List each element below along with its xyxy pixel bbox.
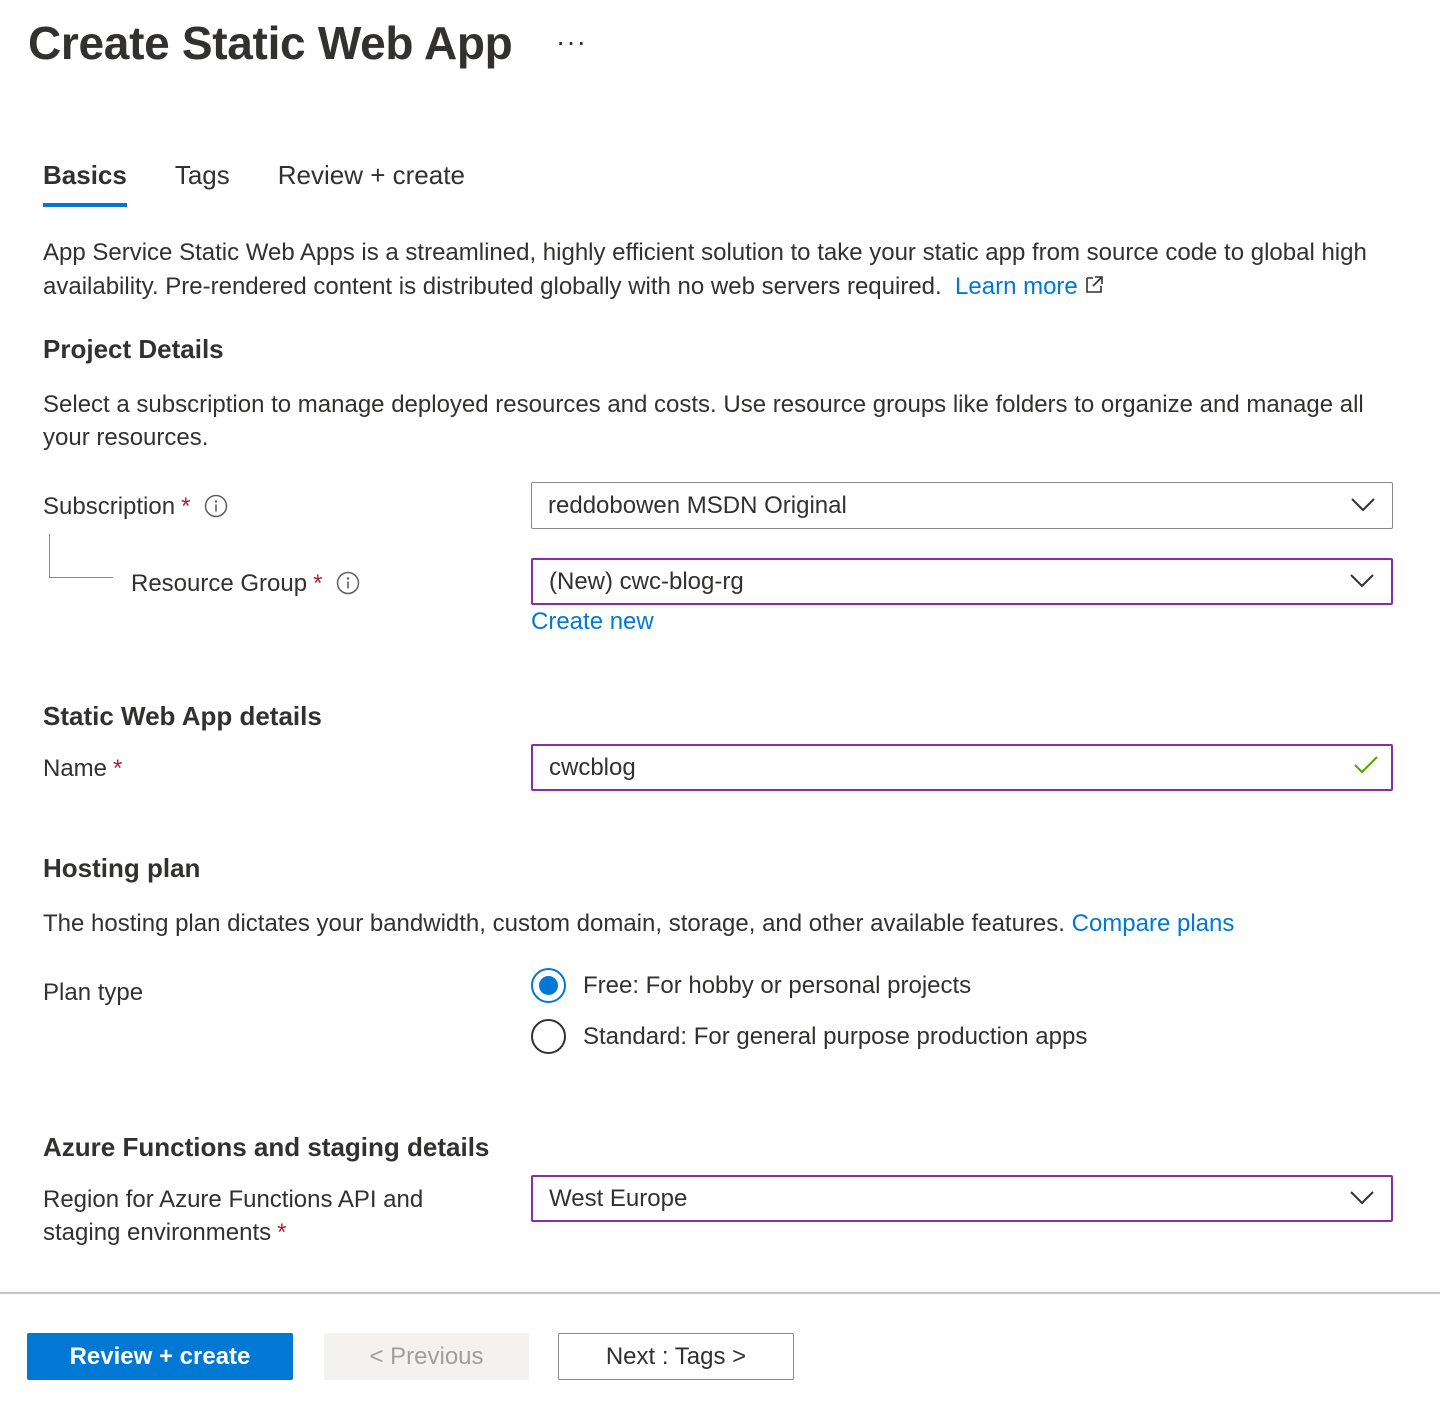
resource-group-label: Resource Group * [131, 567, 360, 604]
info-icon[interactable] [336, 571, 360, 604]
external-link-icon [1084, 271, 1104, 305]
tab-basics[interactable]: Basics [43, 160, 127, 207]
plan-option-free-label: Free: For hobby or personal projects [583, 971, 972, 999]
required-marker: * [113, 755, 123, 782]
required-marker: * [313, 570, 323, 597]
subscription-value: reddobowen MSDN Original [548, 491, 847, 519]
name-value: cwcblog [549, 753, 636, 781]
compare-plans-link[interactable]: Compare plans [1072, 910, 1235, 937]
plan-option-standard[interactable]: Standard: For general purpose production… [531, 1019, 1087, 1054]
project-details-heading: Project Details [43, 334, 224, 364]
region-label: Region for Azure Functions API and stagi… [43, 1186, 424, 1246]
radio-free[interactable] [531, 968, 566, 1003]
plan-option-standard-label: Standard: For general purpose production… [583, 1022, 1088, 1050]
region-dropdown[interactable]: West Europe [531, 1175, 1393, 1222]
tree-connector [49, 534, 113, 578]
subscription-label: Subscription * [43, 490, 228, 527]
required-marker: * [181, 493, 191, 520]
hosting-plan-heading: Hosting plan [43, 853, 201, 883]
intro-description: App Service Static Web Apps is a streaml… [43, 236, 1403, 305]
more-options-icon[interactable]: ··· [556, 26, 587, 58]
previous-button: < Previous [324, 1333, 529, 1380]
static-web-app-details-heading: Static Web App details [43, 701, 322, 731]
chevron-down-icon [1349, 1185, 1375, 1213]
plan-type-label: Plan type [43, 979, 144, 1006]
name-label: Name * [43, 755, 123, 782]
checkmark-icon [1353, 754, 1379, 782]
plan-option-free[interactable]: Free: For hobby or personal projects [531, 968, 971, 1003]
page-title: Create Static Web App [28, 17, 513, 69]
learn-more-link[interactable]: Learn more [955, 273, 1104, 300]
next-tags-button[interactable]: Next : Tags > [558, 1333, 794, 1380]
footer-divider [0, 1292, 1440, 1294]
intro-text: App Service Static Web Apps is a streaml… [43, 239, 1367, 300]
chevron-down-icon [1350, 492, 1376, 520]
azure-functions-heading: Azure Functions and staging details [43, 1132, 490, 1162]
resource-group-dropdown[interactable]: (New) cwc-blog-rg [531, 558, 1393, 605]
chevron-down-icon [1349, 568, 1375, 596]
tab-tags[interactable]: Tags [175, 160, 230, 207]
resource-group-value: (New) cwc-blog-rg [549, 567, 744, 595]
radio-standard[interactable] [531, 1019, 566, 1054]
region-value: West Europe [549, 1184, 688, 1212]
name-input[interactable]: cwcblog [531, 744, 1393, 791]
review-create-button[interactable]: Review + create [27, 1333, 293, 1380]
required-marker: * [277, 1219, 287, 1246]
info-icon[interactable] [204, 494, 228, 527]
tab-review-create[interactable]: Review + create [278, 160, 465, 207]
hosting-plan-description: The hosting plan dictates your bandwidth… [43, 910, 1235, 937]
tab-bar: Basics Tags Review + create [43, 160, 513, 207]
subscription-dropdown[interactable]: reddobowen MSDN Original [531, 482, 1393, 529]
create-new-resource-group-link[interactable]: Create new [531, 608, 654, 636]
project-details-description: Select a subscription to manage deployed… [43, 391, 1364, 451]
